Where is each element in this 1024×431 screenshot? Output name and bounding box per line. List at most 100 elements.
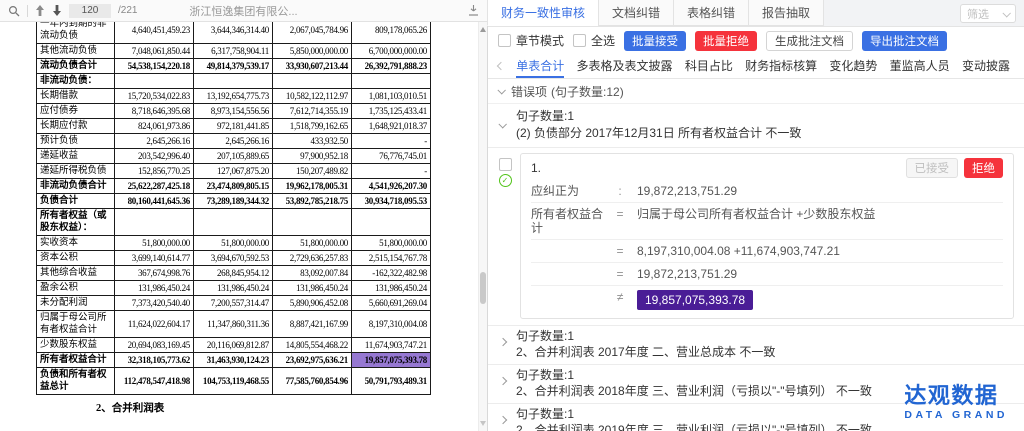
main-tab[interactable]: 报告抽取 bbox=[748, 0, 824, 26]
collapsed-error-list: 句子数量:1 2、合并利润表 2017年度 二、营业总成本 不一致 句子数量:1… bbox=[488, 325, 1024, 431]
cell-col4: 6,700,000,000.00 bbox=[352, 44, 431, 59]
cell-col3: 14,805,554,468.22 bbox=[273, 338, 352, 353]
collapsed-error-title: 2、合并利润表 2018年度 三、营业利润（亏损以"-"号填列） 不一致 bbox=[516, 384, 1014, 400]
sentence-count: 句子数量:1 bbox=[516, 108, 1014, 125]
cell-col1: 4,640,451,459.23 bbox=[115, 22, 194, 44]
cell-col4: -162,322,482.98 bbox=[352, 266, 431, 281]
accepted-check-icon: ✓ bbox=[499, 174, 512, 187]
main-tab[interactable]: 文档纠错 bbox=[598, 0, 674, 26]
main-tab[interactable]: 财务一致性审核 bbox=[487, 0, 599, 26]
scrollbar-up-arrow-icon[interactable] bbox=[480, 27, 486, 32]
table-row: 流动负债合计 54,538,154,220.18 49,814,379,539.… bbox=[37, 59, 431, 74]
cell-col3: 5,890,906,452.08 bbox=[273, 296, 352, 311]
cell-col4: 50,791,793,489.31 bbox=[352, 368, 431, 395]
table-row: 递延所得税负债 152,856,770.25 127,067,875.20 15… bbox=[37, 164, 431, 179]
collapsed-error-title: 2、合并利润表 2019年度 三、营业利润（亏损以"-"号填列） 不一致 bbox=[516, 423, 1014, 431]
row-label: 所有者权益合计 bbox=[37, 353, 115, 368]
row-label: 应付债券 bbox=[37, 104, 115, 119]
select-all-checkbox[interactable] bbox=[573, 34, 586, 47]
filter-select[interactable]: 筛选 bbox=[960, 4, 1016, 23]
table-row: 递延收益 203,542,996.40 207,105,889.65 97,90… bbox=[37, 149, 431, 164]
sub-tab[interactable]: 科目占比 bbox=[685, 54, 733, 78]
formula-value: 归属于母公司所有者权益合计 +少数股东权益 bbox=[637, 207, 875, 221]
scrollbar-thumb[interactable] bbox=[480, 272, 486, 304]
cell-col4: 26,392,791,888.23 bbox=[352, 59, 431, 74]
sentence-count: 句子数量:1 bbox=[516, 368, 1014, 384]
cell-col2: 131,986,450.24 bbox=[194, 281, 273, 296]
error-header-label: 错误项 bbox=[511, 83, 547, 100]
cell-col3: 23,692,975,636.21 bbox=[273, 353, 352, 368]
generate-annotated-doc-button[interactable]: 生成批注文档 bbox=[766, 31, 853, 51]
sentence-count: 句子数量:1 bbox=[516, 407, 1014, 423]
download-icon[interactable] bbox=[468, 5, 479, 16]
error-item-header[interactable]: 句子数量:1 (2) 负债部分 2017年12月31日 所有者权益合计 不一致 bbox=[488, 103, 1024, 148]
chevron-down-icon bbox=[498, 120, 506, 128]
detail-side-controls: ✓ bbox=[496, 153, 514, 319]
error-group-header[interactable]: 错误项 (句子数量:12) bbox=[488, 79, 1024, 103]
cell-col2: 49,814,379,539.17 bbox=[194, 59, 273, 74]
reject-button[interactable]: 拒绝 bbox=[964, 158, 1003, 178]
formula-row: = 8,197,310,004.08 +11,674,903,747.21 bbox=[531, 240, 1003, 263]
cell-col1: 367,674,998.76 bbox=[115, 266, 194, 281]
row-label: 递延收益 bbox=[37, 149, 115, 164]
scroll-left-chevron-icon[interactable] bbox=[497, 62, 505, 70]
cell-col1: 152,856,770.25 bbox=[115, 164, 194, 179]
sub-tab[interactable]: 变化趋势 bbox=[829, 54, 877, 78]
balance-sheet-table: 一年内到期的非流动负债 4,640,451,459.23 3,644,346,3… bbox=[36, 22, 431, 395]
tab-label: 财务一致性审核 bbox=[501, 4, 585, 21]
tab-label: 报告抽取 bbox=[762, 4, 810, 21]
cell-col1: 131,986,450.24 bbox=[115, 281, 194, 296]
cell-col4: 1,735,125,433.41 bbox=[352, 104, 431, 119]
cell-col2: 8,973,154,556.56 bbox=[194, 104, 273, 119]
sub-tab[interactable]: 变动披露 bbox=[962, 54, 1010, 78]
cell-col1: 20,694,083,169.45 bbox=[115, 338, 194, 353]
prev-page-arrow-up-icon[interactable] bbox=[35, 5, 45, 16]
collapsed-error-item[interactable]: 句子数量:1 2、合并利润表 2018年度 三、营业利润（亏损以"-"号填列） … bbox=[488, 365, 1024, 404]
cell-col3: 5,850,000,000.00 bbox=[273, 44, 352, 59]
cell-col2: 972,181,441.85 bbox=[194, 119, 273, 134]
row-label: 资本公积 bbox=[37, 251, 115, 266]
table-row: 实收资本 51,800,000.00 51,800,000.00 51,800,… bbox=[37, 236, 431, 251]
accepted-button[interactable]: 已接受 bbox=[906, 158, 959, 178]
export-annotated-doc-button[interactable]: 导出批注文档 bbox=[862, 31, 947, 51]
sub-tab-label: 多表格及表文披露 bbox=[577, 57, 673, 74]
cell-col2 bbox=[194, 209, 273, 236]
collapsed-error-item[interactable]: 句子数量:1 2、合并利润表 2017年度 二、营业总成本 不一致 bbox=[488, 326, 1024, 365]
audit-panel: 财务一致性审核 文档纠错 表格纠错 报告抽取 筛选 章节模式 bbox=[488, 0, 1024, 431]
main-tab[interactable]: 表格纠错 bbox=[673, 0, 749, 26]
sub-tab[interactable]: 单表合计 bbox=[516, 54, 564, 78]
error-header-count: (句子数量:12) bbox=[551, 83, 624, 100]
sub-tab[interactable]: 董监高人员 bbox=[890, 54, 950, 78]
collapsed-error-item[interactable]: 句子数量:1 2、合并利润表 2019年度 三、营业利润（亏损以"-"号填列） … bbox=[488, 404, 1024, 431]
cell-col4: 1,648,921,018.37 bbox=[352, 119, 431, 134]
formula-row: = 19,872,213,751.29 bbox=[531, 263, 1003, 286]
cell-col2: 7,200,557,314.47 bbox=[194, 296, 273, 311]
error-item-title: (2) 负债部分 2017年12月31日 所有者权益合计 不一致 bbox=[516, 125, 1014, 142]
table-row: 未分配利润 7,373,420,540.40 7,200,557,314.47 … bbox=[37, 296, 431, 311]
actions-toolbar: 章节模式 全选 批量接受 批量拒绝 生成批注文档 导出批注文档 bbox=[488, 27, 1024, 54]
row-label: 其他综合收益 bbox=[37, 266, 115, 281]
scrollbar-down-arrow-icon[interactable] bbox=[480, 421, 486, 426]
cell-col2: 51,800,000.00 bbox=[194, 236, 273, 251]
cell-col2: 268,845,954.12 bbox=[194, 266, 273, 281]
formula-operator: ≠ bbox=[603, 290, 637, 304]
sub-tab[interactable]: 多表格及表文披露 bbox=[577, 54, 673, 78]
row-label: 预计负债 bbox=[37, 134, 115, 149]
sub-tab[interactable]: 财务指标核算 bbox=[745, 54, 817, 78]
cell-col1: 11,624,022,604.17 bbox=[115, 311, 194, 338]
table-row: 预计负债 2,645,266.16 2,645,266.16 433,932.5… bbox=[37, 134, 431, 149]
cell-col2: 104,753,119,468.55 bbox=[194, 368, 273, 395]
chevron-down-icon bbox=[1002, 9, 1010, 17]
document-scrollbar[interactable] bbox=[478, 22, 487, 431]
error-item-checkbox[interactable] bbox=[499, 158, 512, 171]
batch-reject-button[interactable]: 批量拒绝 bbox=[695, 31, 757, 51]
formula-value: 19,872,213,751.29 bbox=[637, 267, 737, 281]
chapter-mode-checkbox[interactable] bbox=[498, 34, 511, 47]
batch-accept-button[interactable]: 批量接受 bbox=[624, 31, 686, 51]
cell-col2: 20,116,069,812.87 bbox=[194, 338, 273, 353]
zoom-search-icon[interactable] bbox=[8, 5, 20, 17]
page-number-input[interactable] bbox=[69, 4, 111, 18]
cell-col3: 2,067,045,784.96 bbox=[273, 22, 352, 44]
next-page-arrow-down-icon[interactable] bbox=[52, 5, 62, 16]
formula-value: 8,197,310,004.08 +11,674,903,747.21 bbox=[637, 244, 840, 258]
